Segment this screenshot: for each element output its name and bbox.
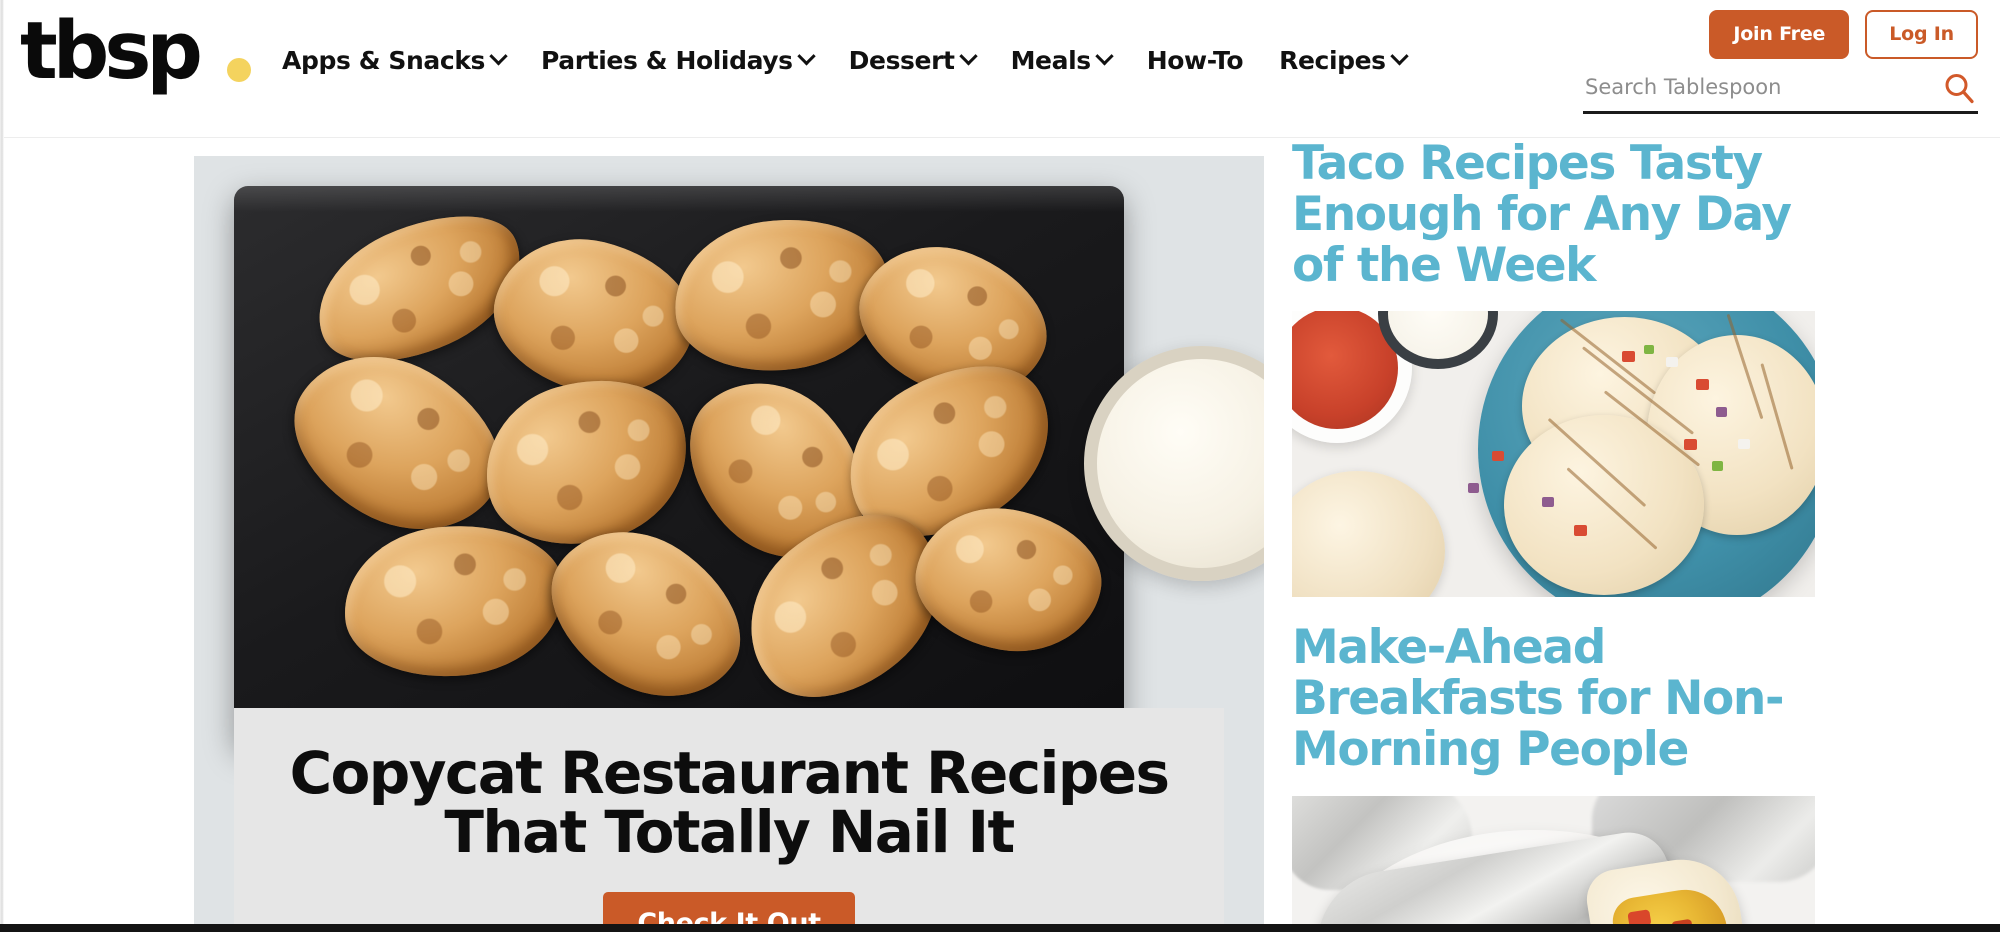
nav-label: Meals [1010,45,1092,75]
taco-image-tortilla [1504,415,1704,596]
join-free-button[interactable]: Join Free [1709,10,1850,59]
hero-feature: Copycat Restaurant Recipes That Totally … [194,156,1264,932]
search-bar [1583,70,1978,114]
rail-card-image-tacos[interactable] [1292,311,1815,598]
featured-rail: Taco Recipes Tasty Enough for Any Day of… [1292,139,1832,932]
window-left-edge [0,0,4,932]
rail-card-image-breakfast[interactable] [1292,795,1815,932]
search-icon[interactable] [1942,71,1976,105]
auth-actions: Join Free Log In [1709,10,1978,59]
nav-label: Recipes [1279,45,1386,75]
rail-card-title[interactable]: Make-Ahead Breakfasts for Non-Morning Pe… [1292,622,1832,775]
nav-label: How-To [1146,45,1244,75]
nav-item-recipes[interactable]: Recipes [1279,45,1409,75]
taco-image-topping [1716,407,1727,418]
taco-image-topping [1542,497,1554,508]
taco-image-topping [1738,439,1750,450]
nav-label: Dessert [848,45,955,75]
chevron-down-icon [1095,46,1114,65]
window-bottom-bar [0,924,2000,932]
chevron-down-icon [796,46,816,65]
taco-image-topping [1696,379,1709,391]
site-logo[interactable]: tbsp [20,10,251,92]
site-header: tbsp Apps & Snacks Parties & Holidays De… [4,0,2000,138]
chevron-down-icon [489,46,508,65]
log-in-button[interactable]: Log In [1865,10,1978,59]
taco-image-topping [1684,439,1697,451]
taco-image-topping [1574,525,1587,537]
hero-caption-card: Copycat Restaurant Recipes That Totally … [234,708,1224,932]
rail-card-tacos: Taco Recipes Tasty Enough for Any Day of… [1292,139,1832,598]
logo-dot-icon [227,58,251,82]
logo-wordmark: tbsp [20,5,203,97]
nav-item-how-to[interactable]: How-To [1146,45,1244,75]
primary-navigation: Apps & Snacks Parties & Holidays Dessert… [282,40,1409,80]
nav-item-apps-snacks[interactable]: Apps & Snacks [282,45,508,75]
hero-title: Copycat Restaurant Recipes That Totally … [289,739,1170,867]
chevron-down-icon [1389,46,1409,65]
taco-image-topping [1622,351,1635,363]
nav-item-meals[interactable]: Meals [1010,45,1114,75]
nav-label: Apps & Snacks [282,45,486,75]
nav-item-parties-holidays[interactable]: Parties & Holidays [541,45,816,75]
taco-image-topping [1666,357,1678,368]
taco-image-topping [1712,461,1723,472]
chevron-down-icon [958,46,978,65]
rail-card-breakfast: Make-Ahead Breakfasts for Non-Morning Pe… [1292,622,1832,932]
taco-image-topping [1644,345,1654,355]
rail-card-title[interactable]: Taco Recipes Tasty Enough for Any Day of… [1292,139,1832,291]
search-input[interactable] [1583,74,1942,107]
nav-label: Parties & Holidays [541,45,793,75]
main-content: Copycat Restaurant Recipes That Totally … [4,139,2000,932]
nav-item-dessert[interactable]: Dessert [848,45,978,75]
page-root: tbsp Apps & Snacks Parties & Holidays De… [0,0,2000,932]
taco-image-topping [1468,483,1479,494]
taco-image-topping [1492,451,1504,462]
